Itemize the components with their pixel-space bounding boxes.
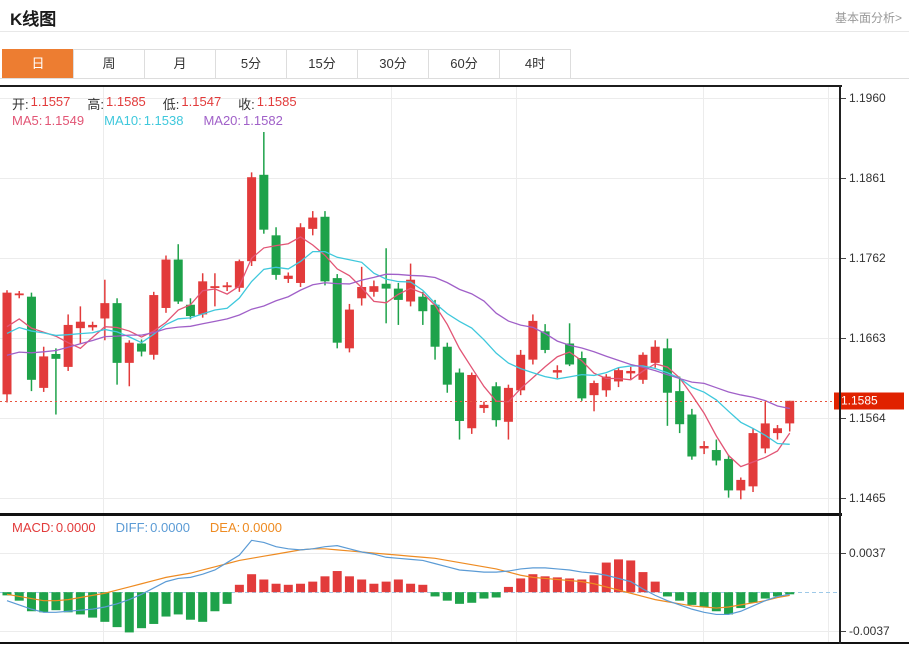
candlestick-chart-canvas[interactable] (0, 86, 840, 513)
y-axis-label: 1.1564 (840, 411, 886, 425)
page-title: K线图 (10, 5, 56, 30)
kline-widget: K线图 基本面分析> 日周月5分15分30分60分4时 开:1.1557 高:1… (0, 0, 909, 645)
tab-30分[interactable]: 30分 (357, 49, 429, 79)
tab-日[interactable]: 日 (2, 49, 74, 79)
tab-60分[interactable]: 60分 (428, 49, 500, 79)
axis-vertical-line (839, 85, 841, 644)
tab-15分[interactable]: 15分 (286, 49, 358, 79)
y-axis-label: -0.0037 (840, 624, 890, 638)
header-divider (0, 31, 909, 32)
y-axis-label: 0.0037 (840, 546, 886, 560)
chart-top-border (0, 85, 842, 87)
macd-chart-canvas[interactable] (0, 516, 840, 643)
fundamental-analysis-link[interactable]: 基本面分析> (835, 9, 902, 26)
y-axis-label: 1.1465 (840, 491, 886, 505)
tab-4时[interactable]: 4时 (499, 49, 571, 79)
tabbar-underline (0, 78, 909, 79)
y-axis-label: 1.1960 (840, 91, 886, 105)
y-axis-label: 1.1663 (840, 331, 886, 345)
tab-周[interactable]: 周 (73, 49, 145, 79)
tab-月[interactable]: 月 (144, 49, 216, 79)
chart-bottom-border (0, 642, 909, 644)
period-tabbar: 日周月5分15分30分60分4时 (3, 49, 571, 79)
current-price-badge: 1.1585 (834, 392, 904, 409)
y-axis-label: 1.1861 (840, 171, 886, 185)
y-axis-label: 1.1762 (840, 251, 886, 265)
chart-separator-border (0, 513, 842, 516)
tab-5分[interactable]: 5分 (215, 49, 287, 79)
